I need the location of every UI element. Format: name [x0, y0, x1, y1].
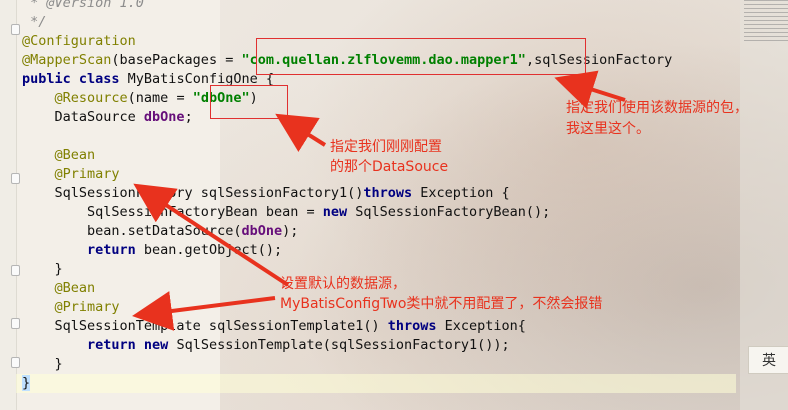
package-arrow	[554, 70, 626, 109]
package-note-line2: 我这里这个。	[566, 121, 650, 137]
primary-note-line2: MyBatisConfigTwo类中就不用配置了，不然会报错	[280, 296, 603, 312]
primary-arrow-2	[132, 291, 276, 331]
datasource-note-line1: 指定我们刚刚配置	[330, 139, 442, 155]
package-note-line1: 指定我们使用该数据源的包，	[566, 100, 748, 116]
primary-note-line1: 设置默认的数据源，	[280, 276, 406, 292]
annotation-arrows	[132, 70, 626, 331]
ime-language-indicator[interactable]: 英	[748, 346, 788, 374]
datasource-note-line2: 的那个DataSouce	[330, 159, 449, 175]
datasource-arrow	[275, 113, 327, 152]
ime-label: 英	[762, 353, 776, 369]
primary-arrow-1	[133, 183, 290, 287]
